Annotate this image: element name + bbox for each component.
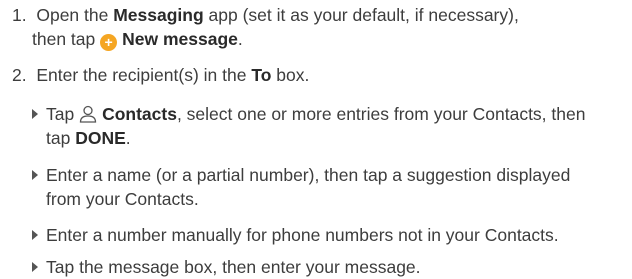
triangle-bullet-icon	[32, 230, 38, 240]
bullet-text: , select one or more entries from your C…	[176, 104, 586, 124]
step-text: then tap	[32, 29, 101, 49]
to-field-label: To	[251, 65, 272, 85]
bullet-text: Enter a name (or a partial number), then…	[46, 165, 571, 185]
bullet-name: Enter a name (or a partial number), then…	[32, 164, 570, 187]
bullet-text: .	[125, 128, 131, 148]
triangle-bullet-icon	[32, 170, 38, 180]
step-1-cont: then tap + New message.	[32, 28, 243, 51]
step-text: Open the	[36, 5, 114, 25]
step-text: .	[237, 29, 243, 49]
bullet-contacts: Tap Contacts, select one or more entries…	[32, 103, 585, 129]
triangle-bullet-icon	[32, 109, 38, 119]
step-1: 1. Open the Messaging app (set it as you…	[12, 4, 519, 27]
new-message-label: New message	[122, 29, 238, 49]
step-text: Enter the recipient(s) in the	[36, 65, 252, 85]
bullet-text: Tap the message box, then enter your mes…	[46, 257, 421, 277]
plus-circle-icon: +	[100, 34, 118, 51]
bullet-text: Tap	[46, 104, 80, 124]
bullet-manual: Enter a number manually for phone number…	[32, 224, 559, 247]
bullet-text: from your Contacts.	[46, 189, 199, 209]
bullet-text: Enter a number manually for phone number…	[46, 225, 559, 245]
contacts-label: Contacts	[102, 104, 177, 124]
app-name: Messaging	[113, 5, 204, 25]
triangle-bullet-icon	[32, 262, 38, 272]
step-text: box.	[271, 65, 310, 85]
bullet-contacts-cont: tap DONE.	[46, 127, 131, 150]
step-text: app (set it as your default, if necessar…	[203, 5, 519, 25]
person-icon	[79, 105, 97, 129]
done-label: DONE	[75, 128, 126, 148]
step-2: 2. Enter the recipient(s) in the To box.	[12, 64, 309, 87]
bullet-message: Tap the message box, then enter your mes…	[32, 256, 421, 279]
bullet-text: tap	[46, 128, 76, 148]
instructions-page: 1. Open the Messaging app (set it as you…	[0, 0, 632, 277]
bullet-name-cont: from your Contacts.	[46, 188, 199, 211]
step-number: 2.	[12, 65, 27, 85]
step-number: 1.	[12, 5, 27, 25]
